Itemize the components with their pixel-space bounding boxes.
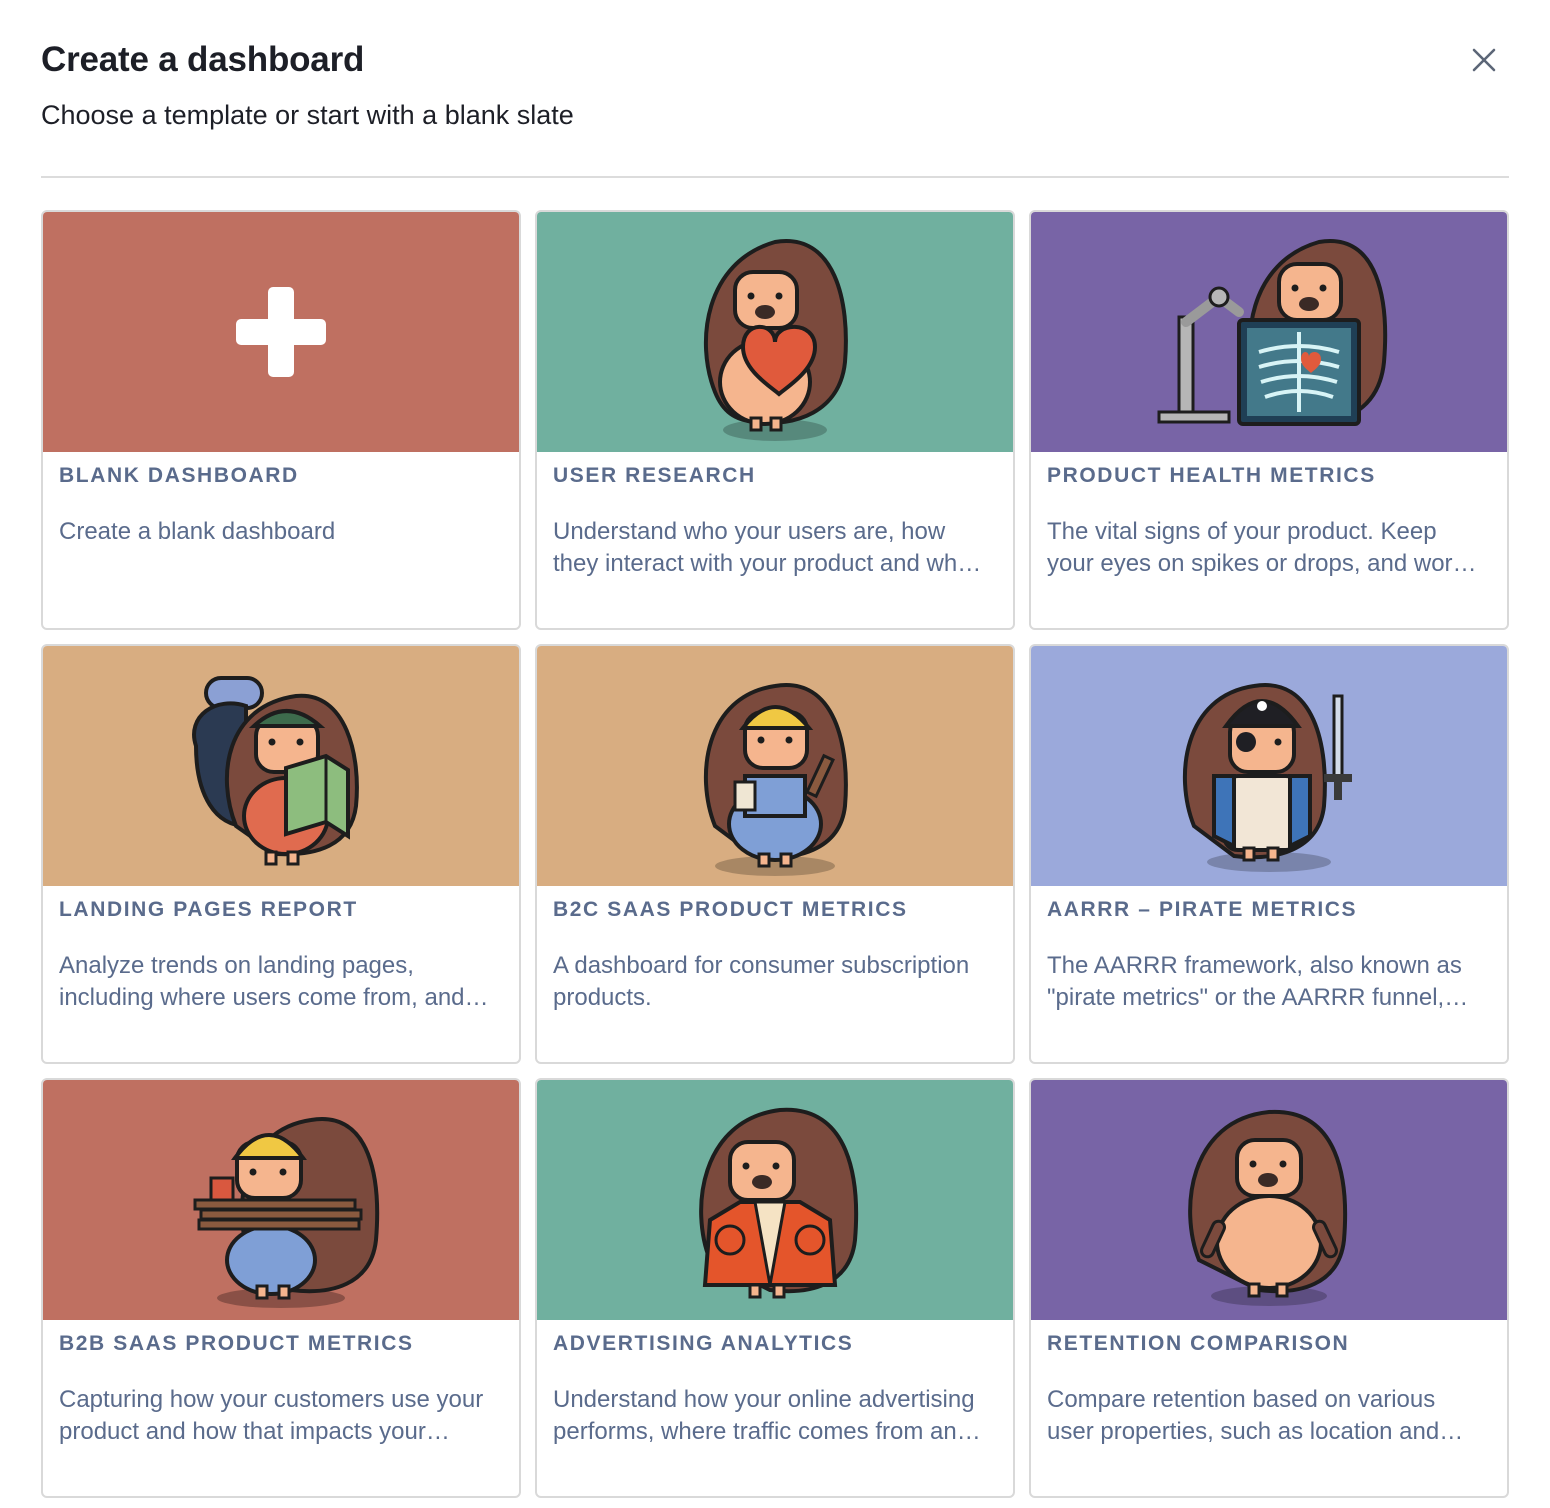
hedgehog-explorer-illustration xyxy=(192,676,359,866)
template-card-blank-dashboard[interactable]: BLANK DASHBOARD Create a blank dashboard xyxy=(41,210,521,630)
card-image xyxy=(537,1080,1013,1320)
card-image xyxy=(537,646,1013,886)
card-title: PRODUCT HEALTH METRICS xyxy=(1047,464,1376,487)
card-body: RETENTION COMPARISON Compare retention b… xyxy=(1031,1320,1507,1448)
card-body: PRODUCT HEALTH METRICS The vital signs o… xyxy=(1031,452,1507,580)
hedgehog-jacket-illustration xyxy=(699,1107,859,1299)
plus-icon xyxy=(236,287,326,377)
card-title: RETENTION COMPARISON xyxy=(1047,1332,1350,1355)
card-body: B2B SAAS PRODUCT METRICS Capturing how y… xyxy=(43,1320,519,1448)
card-description: Capturing how your customers use your pr… xyxy=(59,1386,484,1445)
card-image xyxy=(537,212,1013,452)
modal-subtitle: Choose a template or start with a blank … xyxy=(41,100,574,130)
card-description: Understand how your online advertising p… xyxy=(553,1386,975,1445)
card-image xyxy=(1031,212,1507,452)
template-card-aarrr-pirate-metrics[interactable]: AARRR – PIRATE METRICS The AARRR framewo… xyxy=(1029,644,1509,1064)
card-description: Analyze trends on landing pages, includi… xyxy=(59,952,465,1011)
card-body: BLANK DASHBOARD Create a blank dashboard xyxy=(43,452,519,548)
card-body: AARRR – PIRATE METRICS The AARRR framewo… xyxy=(1031,886,1507,1014)
modal-header: Create a dashboard Choose a template or … xyxy=(41,38,1509,133)
card-description: Create a blank dashboard xyxy=(59,518,336,545)
card-title: USER RESEARCH xyxy=(553,464,756,487)
card-image xyxy=(43,212,519,452)
template-card-product-health-metrics[interactable]: PRODUCT HEALTH METRICS The vital signs o… xyxy=(1029,210,1509,630)
card-title: LANDING PAGES REPORT xyxy=(59,898,358,921)
template-grid: BLANK DASHBOARD Create a blank dashboard… xyxy=(41,210,1509,1498)
card-title: AARRR – PIRATE METRICS xyxy=(1047,898,1358,921)
card-body: LANDING PAGES REPORT Analyze trends on l… xyxy=(43,886,519,1014)
template-card-b2c-saas-product-metrics[interactable]: B2C SAAS PRODUCT METRICS A dashboard for… xyxy=(535,644,1015,1064)
card-image xyxy=(1031,1080,1507,1320)
hedgehog-heart-illustration xyxy=(703,239,848,441)
hedgehog-lumber-illustration xyxy=(193,1117,380,1308)
card-description: Understand who your users are, how they … xyxy=(553,518,978,577)
template-card-retention-comparison[interactable]: RETENTION COMPARISON Compare retention b… xyxy=(1029,1078,1509,1498)
card-title: BLANK DASHBOARD xyxy=(59,464,299,487)
hedgehog-plain-illustration xyxy=(1188,1109,1348,1306)
card-title: ADVERTISING ANALYTICS xyxy=(553,1332,854,1355)
hedgehog-builder-illustration xyxy=(703,683,848,876)
template-card-advertising-analytics[interactable]: ADVERTISING ANALYTICS Understand how you… xyxy=(535,1078,1015,1498)
template-card-landing-pages-report[interactable]: LANDING PAGES REPORT Analyze trends on l… xyxy=(41,644,521,1064)
template-card-b2b-saas-product-metrics[interactable]: B2B SAAS PRODUCT METRICS Capturing how y… xyxy=(41,1078,521,1498)
card-description: The vital signs of your product. Keep yo… xyxy=(1047,518,1465,577)
card-image xyxy=(43,1080,519,1320)
card-body: B2C SAAS PRODUCT METRICS A dashboard for… xyxy=(537,886,1013,1014)
card-body: USER RESEARCH Understand who your users … xyxy=(537,452,1013,580)
card-image xyxy=(43,646,519,886)
card-description: Compare retention based on various user … xyxy=(1047,1386,1440,1445)
card-description: A dashboard for consumer subscription pr… xyxy=(553,952,970,1011)
card-title: B2B SAAS PRODUCT METRICS xyxy=(59,1332,414,1355)
card-description: The AARRR framework, also known as "pira… xyxy=(1047,952,1462,1011)
close-button[interactable] xyxy=(1462,38,1506,82)
hedgehog-pirate-illustration xyxy=(1182,683,1352,872)
card-image xyxy=(1031,646,1507,886)
card-body: ADVERTISING ANALYTICS Understand how you… xyxy=(537,1320,1013,1448)
close-icon xyxy=(1472,48,1496,72)
template-card-user-research[interactable]: USER RESEARCH Understand who your users … xyxy=(535,210,1015,630)
hedgehog-xray-illustration xyxy=(1157,239,1388,426)
header-divider xyxy=(41,176,1509,178)
modal-title: Create a dashboard xyxy=(41,40,365,79)
card-title: B2C SAAS PRODUCT METRICS xyxy=(553,898,908,921)
